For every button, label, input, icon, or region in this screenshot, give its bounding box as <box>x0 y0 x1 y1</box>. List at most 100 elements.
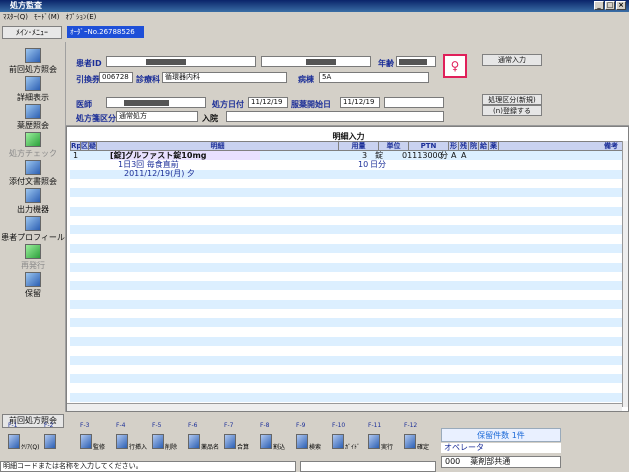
table-row[interactable] <box>70 262 624 272</box>
sidebar-item-profile[interactable]: 患者プロフィール <box>0 216 66 243</box>
table-row[interactable] <box>70 337 624 346</box>
hold-icon <box>25 272 41 287</box>
function-key-button-1[interactable] <box>8 434 20 449</box>
table-row[interactable] <box>70 355 624 365</box>
minimize-button[interactable]: _ <box>594 1 604 10</box>
sidebar: 前回処方照会 詳細表示 薬歴照会 処方チェック 添付文書照会 出力機器 患者プロ… <box>0 42 66 412</box>
table-row[interactable] <box>70 374 624 384</box>
function-key-button-7[interactable] <box>224 434 236 449</box>
function-key-row: F-1 ｸﾘｱ(Q) F-2 F-3 監修 F-4 行挿入 F-5 削除 F-6 薬品名 F-7 合算 F… <box>0 422 430 454</box>
col-kubun: 区 <box>81 142 89 150</box>
table-row[interactable] <box>70 346 624 355</box>
menu-master[interactable]: ﾏｽﾀｰ(Q) <box>3 12 28 22</box>
extra-field[interactable] <box>384 97 444 108</box>
dept-label: 診療科 <box>136 75 160 84</box>
sidebar-item-output[interactable]: 出力機器 <box>0 188 66 215</box>
table-row[interactable] <box>70 384 624 393</box>
col-form: 形 <box>450 142 459 150</box>
function-key-button-2[interactable] <box>44 434 56 449</box>
main-menu-button[interactable]: ﾒｲﾝ･ﾒﾆｭｰ <box>2 26 62 39</box>
gender-icon: ♀ <box>443 54 467 78</box>
table-row[interactable] <box>70 253 624 262</box>
function-key-name: 監修 <box>93 444 106 451</box>
table-row[interactable] <box>70 291 624 300</box>
cell-flag2: A <box>461 151 467 160</box>
maximize-button[interactable]: □ <box>605 1 615 10</box>
sidebar-item-label: 患者プロフィール <box>1 233 65 242</box>
grid-title: 明細入力 <box>332 132 365 141</box>
sidebar-item-check[interactable]: 処方チェック <box>0 132 66 159</box>
function-key-button-9[interactable] <box>296 434 308 449</box>
vertical-scrollbar[interactable] <box>622 141 628 407</box>
bottom-bar: 前回処方照会 保留件数 1件 オペレータ 000 薬剤部共通 F-1 ｸﾘｱ(Q)… <box>0 412 629 472</box>
sidebar-item-previous-prescription[interactable]: 前回処方照会 <box>0 48 66 75</box>
start-field[interactable]: 11/12/19 <box>340 97 380 108</box>
horizontal-scrollbar[interactable] <box>67 403 622 411</box>
table-row[interactable] <box>70 328 624 337</box>
table-row[interactable] <box>70 216 624 225</box>
ticket-label: 引換券 <box>76 75 100 84</box>
table-row[interactable]: 1日3回 毎食直前 10 日分 <box>70 160 624 169</box>
col-dose: 用量 <box>339 142 379 150</box>
function-key-button-4[interactable] <box>116 434 128 449</box>
table-row[interactable] <box>70 309 624 318</box>
close-button[interactable]: × <box>616 1 626 10</box>
table-row[interactable] <box>70 206 624 216</box>
toolbar: ﾒｲﾝ･ﾒﾆｭｰ ｵｰﾀﾞｰNo.26788526 <box>0 22 629 42</box>
sidebar-item-history[interactable]: 薬歴照会 <box>0 104 66 131</box>
table-row[interactable]: 1 [錠]グルファスト錠10mg 3 錠 01113000 分 A A <box>70 151 624 160</box>
table-row[interactable] <box>70 299 624 309</box>
function-key-name: 確定 <box>417 444 430 451</box>
class-field[interactable]: 通常処方 <box>116 111 198 122</box>
input-mode-button[interactable]: 通常入力 <box>482 54 542 66</box>
table-row[interactable] <box>70 225 624 235</box>
function-key-button-3[interactable] <box>80 434 92 449</box>
sidebar-item-label: 前回処方照会 <box>9 65 57 74</box>
table-row[interactable] <box>70 392 624 402</box>
ward-field[interactable]: 5A <box>319 72 429 83</box>
cell-days: 10 <box>358 160 369 169</box>
table-row[interactable] <box>70 235 624 244</box>
cell-rp: 1 <box>73 151 79 160</box>
table-row[interactable] <box>70 281 624 291</box>
table-row[interactable] <box>70 244 624 253</box>
date-field[interactable]: 11/12/19 <box>248 97 288 108</box>
function-key-button-11[interactable] <box>368 434 380 449</box>
function-key-button-12[interactable] <box>404 434 416 449</box>
cell-date: 2011/12/19(月) 夕 <box>124 169 195 178</box>
function-key-label: F-6 <box>188 422 198 429</box>
function-key-button-6[interactable] <box>188 434 200 449</box>
status-message: 明細コードまたは名称を入力してください。 <box>0 461 296 472</box>
function-key-label: F-3 <box>80 422 90 429</box>
table-row[interactable] <box>70 198 624 207</box>
sidebar-item-document[interactable]: 添付文書照会 <box>0 160 66 187</box>
process-type-button[interactable]: 処理区分(新規) <box>482 94 542 105</box>
ward-label: 病棟 <box>298 75 314 84</box>
menu-mode[interactable]: ﾓｰﾄﾞ(M) <box>34 12 60 22</box>
sidebar-item-label: 処方チェック <box>9 149 57 158</box>
order-number: ｵｰﾀﾞｰNo.26788526 <box>67 26 144 38</box>
function-key-button-5[interactable] <box>152 434 164 449</box>
function-key-button-8[interactable] <box>260 434 272 449</box>
menu-option[interactable]: ｵﾌﾟｼｮﾝ(E) <box>66 12 97 22</box>
function-key-name: ｶﾞｲﾄﾞ <box>345 444 361 451</box>
function-key-label: F-10 <box>332 422 346 429</box>
function-key-button-10[interactable] <box>332 434 344 449</box>
table-row[interactable] <box>70 179 624 188</box>
dept-field[interactable]: 循環器内科 <box>162 72 287 83</box>
table-row[interactable] <box>70 318 624 328</box>
sidebar-item-reissue[interactable]: 再発行 <box>0 244 66 271</box>
sidebar-item-detail[interactable]: 詳細表示 <box>0 76 66 103</box>
table-row[interactable] <box>70 272 624 281</box>
status-field <box>300 461 436 472</box>
inpatient-field[interactable] <box>226 111 444 122</box>
operator-field: 000 薬剤部共通 <box>441 456 561 468</box>
table-row[interactable] <box>70 188 624 198</box>
sidebar-item-label: 添付文書照会 <box>9 177 57 186</box>
register-button[interactable]: (n)登録する <box>482 105 542 116</box>
sidebar-item-hold[interactable]: 保留 <box>0 272 66 299</box>
ticket-field[interactable]: 006728 <box>99 72 133 83</box>
table-row[interactable] <box>70 365 624 374</box>
table-row[interactable]: 2011/12/19(月) 夕 <box>70 169 624 178</box>
redacted-bar <box>124 100 169 106</box>
